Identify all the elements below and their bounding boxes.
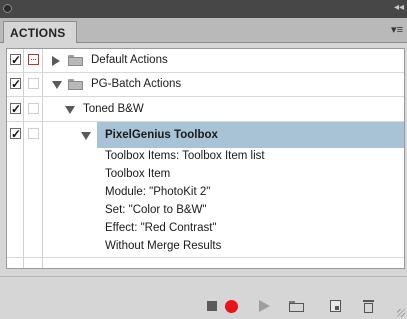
step-detail-text: Module: "PhotoKit 2" xyxy=(105,186,211,198)
expand-triangle-icon[interactable] xyxy=(52,56,60,66)
dialog-toggle-icon[interactable] xyxy=(28,78,39,89)
collapse-panel-icon[interactable]: ◂◂ xyxy=(394,2,404,14)
stop-button[interactable] xyxy=(207,301,217,311)
play-button[interactable] xyxy=(259,300,270,312)
dialog-column xyxy=(24,97,43,121)
checkmark-icon[interactable]: ✓ xyxy=(10,103,21,115)
action-set-label: PG-Batch Actions xyxy=(91,78,182,90)
action-step-row[interactable]: ✓ PixelGenius Toolbox xyxy=(7,122,404,148)
folder-icon xyxy=(68,55,83,66)
collapse-triangle-icon[interactable] xyxy=(81,132,91,140)
toggle-column: ✓ xyxy=(7,122,24,148)
toggle-column: ✓ xyxy=(7,97,24,121)
collapse-triangle-icon[interactable] xyxy=(65,106,75,114)
step-detail-text: Toolbox Items: Toolbox Item list xyxy=(105,150,265,162)
tab-actions[interactable]: ACTIONS xyxy=(3,21,77,43)
toggle-column: ✓ xyxy=(7,49,24,72)
dialog-column xyxy=(24,73,43,96)
dialog-toggle-icon[interactable] xyxy=(28,54,39,65)
panel-titlebar: ◂◂ xyxy=(0,0,407,18)
action-label: Toned B&W xyxy=(83,103,144,115)
action-set-row[interactable]: ✓ Default Actions xyxy=(7,49,404,73)
step-detail-text: Effect: "Red Contrast" xyxy=(105,222,217,234)
checkmark-icon[interactable]: ✓ xyxy=(10,54,21,66)
panel-tabbar: ACTIONS ▾≡ xyxy=(0,18,407,43)
checkmark-icon[interactable]: ✓ xyxy=(10,128,21,140)
checkmark-icon[interactable]: ✓ xyxy=(10,78,21,90)
new-action-button[interactable] xyxy=(330,300,341,312)
dialog-column xyxy=(24,49,43,72)
step-detail-row: Effect: "Red Contrast" xyxy=(7,220,404,238)
record-button[interactable] xyxy=(225,300,238,313)
action-step-label: PixelGenius Toolbox xyxy=(105,129,218,141)
empty-row xyxy=(7,258,404,268)
actions-list: ✓ Default Actions ✓ PG-Batch Actions ✓ T… xyxy=(6,48,405,269)
close-icon[interactable] xyxy=(3,4,12,13)
collapse-triangle-icon[interactable] xyxy=(52,81,62,89)
folder-icon xyxy=(68,79,83,90)
action-set-label: Default Actions xyxy=(91,54,168,66)
resize-grip-icon[interactable] xyxy=(397,309,405,317)
dialog-toggle-icon[interactable] xyxy=(28,103,39,114)
dialog-column xyxy=(24,122,43,148)
step-detail-row: Toolbox Items: Toolbox Item list xyxy=(7,148,404,166)
panel-menu-icon[interactable]: ▾≡ xyxy=(387,24,403,36)
step-detail-row: Set: "Color to B&W" xyxy=(7,202,404,220)
step-detail-text: Without Merge Results xyxy=(105,240,222,252)
delete-button[interactable] xyxy=(363,299,374,313)
step-detail-text: Toolbox Item xyxy=(105,168,171,180)
actions-toolbar xyxy=(0,276,407,319)
new-set-button[interactable] xyxy=(289,301,304,312)
folder-icon xyxy=(289,301,304,312)
new-action-icon xyxy=(335,306,339,310)
step-detail-row: Module: "PhotoKit 2" xyxy=(7,184,404,202)
action-row[interactable]: ✓ Toned B&W xyxy=(7,97,404,122)
dialog-toggle-icon[interactable] xyxy=(28,128,39,139)
step-detail-text: Set: "Color to B&W" xyxy=(105,204,207,216)
step-detail-row: Toolbox Item xyxy=(7,166,404,184)
toggle-column: ✓ xyxy=(7,73,24,96)
action-set-row[interactable]: ✓ PG-Batch Actions xyxy=(7,73,404,97)
step-detail-row: Without Merge Results xyxy=(7,238,404,258)
trash-icon xyxy=(363,299,374,313)
actions-panel: ◂◂ ACTIONS ▾≡ ✓ Default Actions ✓ PG-Bat… xyxy=(0,0,407,319)
